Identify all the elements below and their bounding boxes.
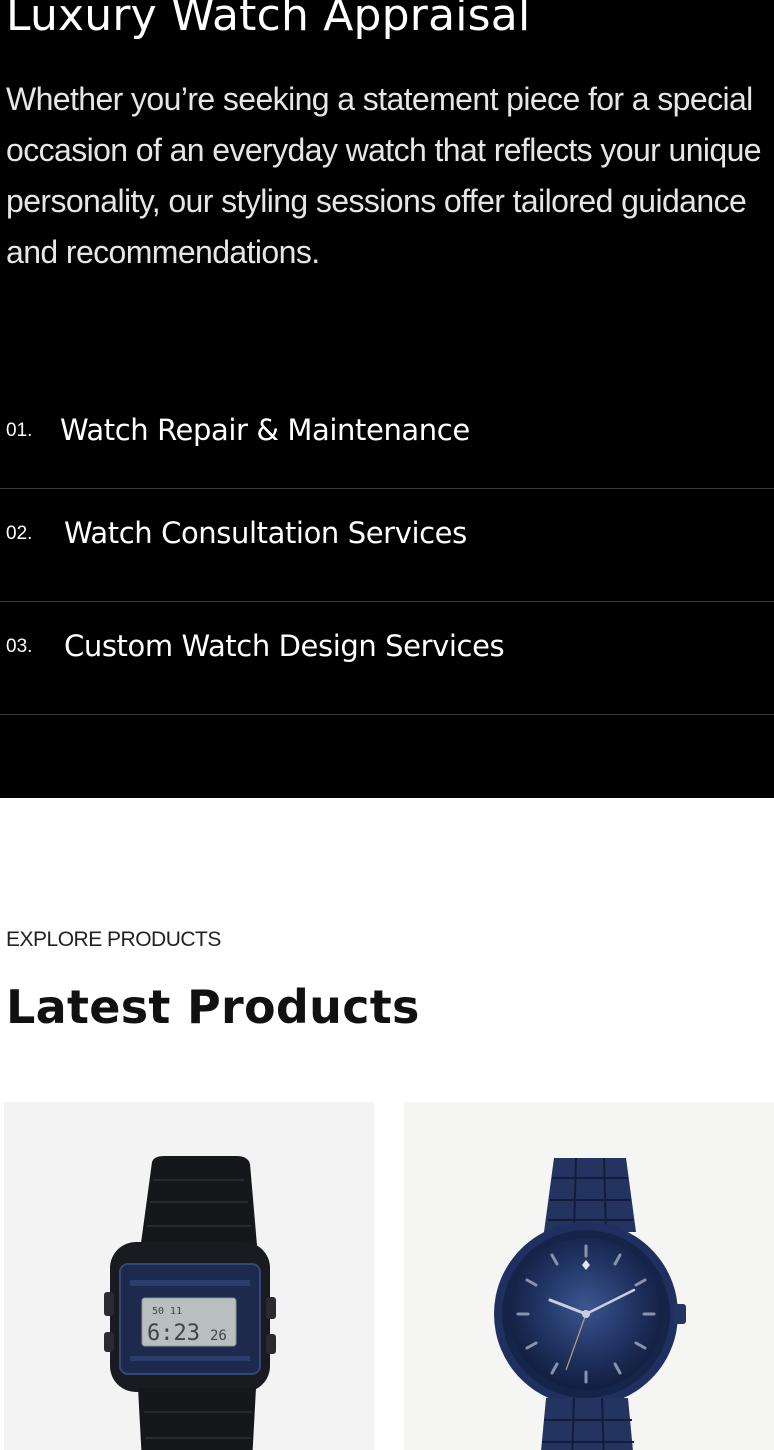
latest-products-section: EXPLORE PRODUCTS Latest Products 50 11 6… bbox=[0, 798, 774, 1450]
service-label[interactable]: Custom Watch Design Services bbox=[64, 629, 505, 663]
service-number: 01. bbox=[6, 420, 33, 441]
service-label[interactable]: Watch Repair & Maintenance bbox=[60, 413, 470, 447]
service-item-custom-design[interactable]: 03. Custom Watch Design Services bbox=[0, 602, 774, 715]
product-card[interactable] bbox=[404, 1102, 774, 1450]
blue-analog-watch-image bbox=[494, 1157, 686, 1450]
lcd-time: 6:23 bbox=[147, 1321, 200, 1346]
product-card[interactable]: 50 11 6:23 26 bbox=[4, 1102, 374, 1450]
service-item-consultation[interactable]: 02. Watch Consultation Services bbox=[0, 489, 774, 602]
digital-watch-image: 50 11 6:23 26 bbox=[104, 1156, 276, 1450]
section-eyebrow: EXPLORE PRODUCTS bbox=[6, 928, 221, 951]
service-number: 02. bbox=[6, 523, 33, 544]
service-number: 03. bbox=[6, 636, 33, 657]
hero-description: Whether you’re seeking a statement piece… bbox=[6, 81, 762, 270]
lcd-seconds: 26 bbox=[210, 1328, 227, 1344]
section-title: Latest Products bbox=[6, 980, 420, 1034]
service-list: 01. Watch Repair & Maintenance 02. Watch… bbox=[0, 386, 774, 715]
lcd-top-digits: 50 11 bbox=[152, 1306, 182, 1317]
services-section: Luxury Watch Appraisal Whether you’re se… bbox=[0, 0, 774, 798]
service-item-repair[interactable]: 01. Watch Repair & Maintenance bbox=[0, 386, 774, 489]
service-label[interactable]: Watch Consultation Services bbox=[64, 516, 467, 550]
hero-title: Luxury Watch Appraisal bbox=[6, 0, 531, 41]
